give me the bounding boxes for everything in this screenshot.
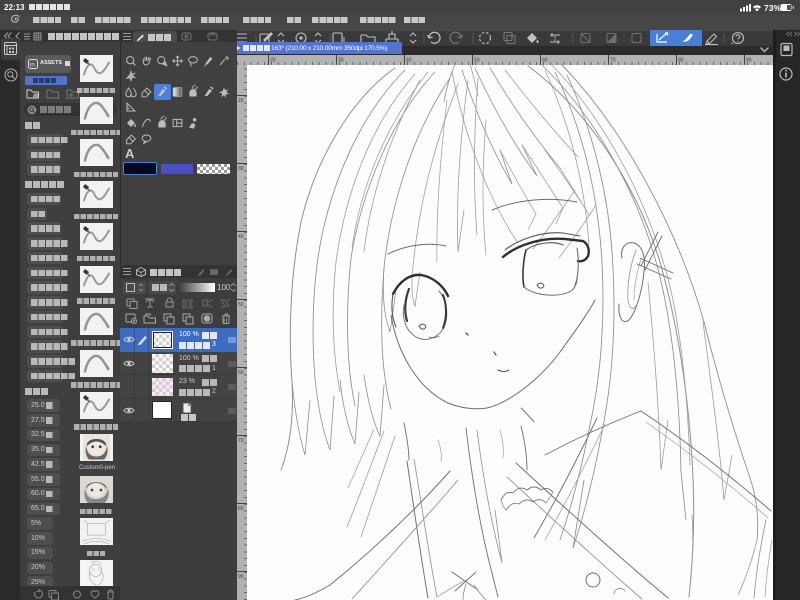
svg-text:90: 90 <box>746 58 752 64</box>
svg-text:40: 40 <box>238 234 244 240</box>
svg-text:50: 50 <box>474 58 480 64</box>
svg-text:in: in <box>30 63 35 69</box>
svg-text:60: 60 <box>542 58 548 64</box>
svg-text:80: 80 <box>238 506 244 512</box>
svg-text:50: 50 <box>238 302 244 308</box>
svg-text:80: 80 <box>678 58 684 64</box>
svg-text:60: 60 <box>238 370 244 376</box>
svg-text:40: 40 <box>406 58 412 64</box>
svg-text:73%: 73% <box>764 3 781 13</box>
svg-text:90: 90 <box>238 574 244 580</box>
svg-text:30: 30 <box>238 166 244 172</box>
svg-text:70: 70 <box>610 58 616 64</box>
svg-text:20: 20 <box>238 98 244 104</box>
svg-text:20: 20 <box>270 58 276 64</box>
svg-text:70: 70 <box>238 438 244 444</box>
svg-text:30: 30 <box>338 58 344 64</box>
